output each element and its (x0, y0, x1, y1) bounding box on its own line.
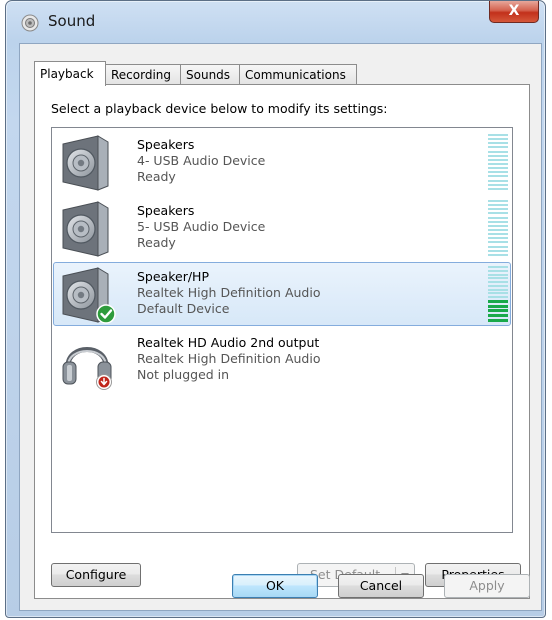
meter-segment (488, 296, 508, 299)
meter-segment (488, 162, 508, 165)
meter-segment-active (488, 304, 508, 308)
speaker-icon (62, 201, 109, 257)
meter-segment (488, 167, 508, 170)
meter-segment (488, 208, 508, 211)
meter-segment (488, 138, 508, 141)
meter-segment (488, 281, 508, 284)
playback-tab-panel: Select a playback device below to modify… (34, 84, 530, 599)
unplugged-icon (96, 374, 112, 390)
meter-segment (488, 273, 508, 276)
meter-segment (488, 146, 508, 149)
meter-segment (488, 266, 508, 268)
meter-segment (488, 158, 508, 161)
tab-label: Recording (111, 68, 172, 82)
device-description: Realtek High Definition Audio (137, 351, 321, 366)
device-description: 4- USB Audio Device (137, 153, 266, 168)
default-check-icon (96, 304, 116, 324)
button-label: Configure (65, 567, 127, 582)
title-bar[interactable]: Sound X (6, 1, 545, 43)
meter-segment (488, 220, 508, 223)
device-status: Ready (137, 235, 176, 250)
meter-segment-active (488, 299, 508, 303)
tab-communications[interactable]: Communications (239, 64, 357, 86)
meter-segment (488, 241, 508, 244)
close-button[interactable]: X (489, 1, 539, 23)
meter-segment (488, 253, 508, 256)
meter-segment (488, 233, 508, 236)
cancel-button[interactable]: Cancel (338, 574, 424, 598)
device-status: Not plugged in (137, 367, 230, 382)
meter-segment (488, 179, 508, 182)
meter-segment-active (488, 318, 508, 322)
volume-meter (488, 266, 508, 322)
tab-sounds[interactable]: Sounds (180, 64, 240, 86)
meter-segment (488, 150, 508, 153)
sound-dialog: Sound X Playback Recording Sounds Commun… (5, 0, 546, 618)
meter-segment (488, 292, 508, 295)
meter-segment (488, 200, 508, 202)
device-name: Speaker/HP (137, 269, 209, 284)
meter-segment (488, 249, 508, 252)
tab-label: Communications (245, 68, 346, 82)
close-icon: X (508, 3, 520, 19)
meter-segment (488, 245, 508, 248)
button-label: Cancel (359, 578, 403, 593)
meter-segment (488, 204, 508, 207)
meter-segment (488, 154, 508, 157)
meter-segment (488, 277, 508, 280)
sound-app-icon (21, 14, 39, 32)
instruction-text: Select a playback device below to modify… (51, 101, 388, 116)
volume-meter (488, 134, 508, 190)
device-list[interactable]: Speakers 4- USB Audio Device Ready Speak… (51, 127, 513, 533)
meter-segment (488, 284, 508, 287)
meter-segment (488, 288, 508, 291)
device-status: Default Device (137, 301, 230, 316)
speaker-icon (62, 267, 116, 324)
meter-segment (488, 269, 508, 272)
dialog-body: Playback Recording Sounds Communications… (19, 43, 542, 611)
device-description: 5- USB Audio Device (137, 219, 266, 234)
tab-label: Playback (40, 67, 94, 81)
meter-segment-active (488, 309, 508, 313)
meter-segment (488, 216, 508, 219)
meter-segment (488, 237, 508, 240)
device-item-realtek-2nd-output[interactable]: Realtek HD Audio 2nd output Realtek High… (53, 328, 511, 392)
headphones-icon (62, 347, 112, 390)
meter-segment (488, 183, 508, 186)
volume-meter (488, 200, 508, 256)
configure-button[interactable]: Configure (51, 563, 141, 587)
meter-segment (488, 212, 508, 215)
device-name: Speakers (137, 203, 195, 218)
meter-segment-active (488, 314, 508, 318)
meter-segment (488, 187, 508, 190)
button-label: OK (265, 578, 285, 593)
meter-segment (488, 142, 508, 145)
button-label: Apply (469, 578, 505, 593)
speaker-icon (62, 135, 109, 191)
tab-label: Sounds (186, 68, 231, 82)
device-name: Realtek HD Audio 2nd output (137, 335, 320, 350)
device-item-speaker-hp[interactable]: Speaker/HP Realtek High Definition Audio… (53, 262, 511, 326)
meter-segment (488, 224, 508, 227)
device-item-speakers-usb5[interactable]: Speakers 5- USB Audio Device Ready (53, 196, 511, 260)
tab-playback[interactable]: Playback (34, 61, 106, 86)
meter-segment (488, 228, 508, 231)
meter-segment (488, 171, 508, 174)
device-item-speakers-usb4[interactable]: Speakers 4- USB Audio Device Ready (53, 130, 511, 194)
apply-button[interactable]: Apply (444, 574, 530, 598)
device-name: Speakers (137, 137, 195, 152)
meter-segment (488, 175, 508, 178)
window-title: Sound (48, 12, 96, 30)
device-description: Realtek High Definition Audio (137, 285, 321, 300)
meter-segment (488, 134, 508, 136)
tab-recording[interactable]: Recording (105, 64, 181, 86)
ok-button[interactable]: OK (232, 574, 318, 598)
device-status: Ready (137, 169, 176, 184)
